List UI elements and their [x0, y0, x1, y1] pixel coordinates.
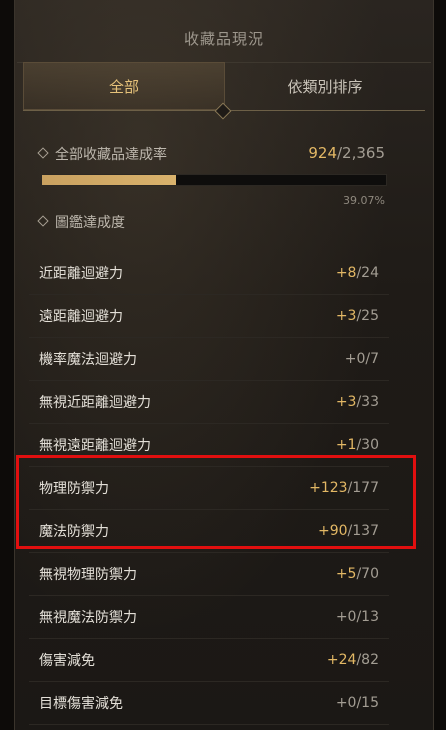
stat-max: /30 — [356, 437, 379, 453]
stat-value: +24/82 — [327, 652, 379, 668]
stat-max: /137 — [347, 523, 379, 539]
stat-current: +5 — [335, 566, 357, 582]
stat-name: 無視魔法防禦力 — [39, 610, 137, 626]
stat-value: +3/33 — [336, 394, 379, 410]
stat-value: +5/70 — [336, 566, 379, 582]
stat-row[interactable]: 無視近距離迴避力 +3/33 — [29, 381, 389, 424]
tab-sort-by-category[interactable]: 依類別排序 — [225, 62, 425, 110]
stat-current: +24 — [326, 652, 357, 668]
stat-max: /15 — [356, 695, 379, 711]
overall-percent: 39.07% — [343, 194, 385, 207]
stat-max: /25 — [356, 308, 379, 324]
stat-row[interactable]: 近距離迴避力 +8/24 — [29, 252, 389, 295]
codex-completion-label: 圖鑑達成度 — [37, 212, 125, 232]
codex-completion-text: 圖鑑達成度 — [55, 215, 125, 231]
tab-all[interactable]: 全部 — [23, 62, 225, 110]
diamond-bullet-icon — [37, 215, 49, 227]
stat-name: 機率魔法迴避力 — [39, 352, 137, 368]
stat-value: +0/13 — [336, 609, 379, 625]
stat-current: +90 — [318, 523, 348, 539]
stat-value: +0/15 — [336, 695, 379, 711]
stat-name: 近距離迴避力 — [39, 266, 123, 282]
stat-row[interactable]: 物理防禦力 +123/177 — [29, 467, 389, 510]
stat-value: +8/24 — [336, 265, 379, 281]
stat-name: 魔法防禦力 — [39, 524, 109, 540]
stat-row[interactable]: 無視物理防禦力 +5/70 — [29, 553, 389, 596]
stat-current: +0 — [335, 695, 357, 711]
panel-title: 收藏品現況 — [183, 30, 264, 48]
stat-name: 目標傷害減免 — [39, 696, 123, 712]
stat-row[interactable]: 無視魔法防禦力 +0/13 — [29, 596, 389, 639]
stat-value: +0/7 — [345, 351, 379, 367]
stat-current: +1 — [335, 437, 357, 453]
stat-list: 近距離迴避力 +8/24 遠距離迴避力 +3/25 機率魔法迴避力 +0/7 無視近距… — [29, 252, 389, 725]
stat-current: +0 — [335, 609, 357, 625]
stat-max: /33 — [356, 394, 379, 410]
overall-progress-bar — [41, 174, 387, 186]
stat-current: +3 — [335, 308, 357, 324]
diamond-bullet-icon — [37, 147, 49, 159]
stat-value: +1/30 — [336, 437, 379, 453]
overall-total: /2,365 — [337, 144, 385, 162]
overall-completion-label: 全部收藏品達成率 — [37, 144, 167, 164]
stat-row[interactable]: 機率魔法迴避力 +0/7 — [29, 338, 389, 381]
stat-current: +8 — [335, 265, 357, 281]
stat-name: 遠距離迴避力 — [39, 309, 123, 325]
stat-current: +123 — [309, 480, 348, 496]
stat-row[interactable]: 魔法防禦力 +90/137 — [29, 510, 389, 553]
overall-count: 924/2,365 — [308, 144, 385, 162]
stat-name: 無視物理防禦力 — [39, 567, 137, 583]
stat-max: /13 — [356, 609, 379, 625]
stat-name: 無視遠距離迴避力 — [39, 438, 151, 454]
stat-max: /70 — [356, 566, 379, 582]
stat-max: /24 — [356, 265, 379, 281]
overall-completion-text: 全部收藏品達成率 — [55, 147, 167, 163]
stat-row[interactable]: 目標傷害減免 +0/15 — [29, 682, 389, 725]
stat-row[interactable]: 遠距離迴避力 +3/25 — [29, 295, 389, 338]
stat-max: /7 — [365, 351, 379, 367]
stat-max: /177 — [347, 480, 379, 496]
stat-name: 無視近距離迴避力 — [39, 395, 151, 411]
stat-name: 物理防禦力 — [39, 481, 109, 497]
overall-progress-fill — [42, 175, 177, 185]
overall-current: 924 — [308, 144, 337, 162]
stat-current: +3 — [335, 394, 357, 410]
stat-name: 傷害減免 — [39, 653, 95, 669]
stat-max: /82 — [356, 652, 379, 668]
stat-row[interactable]: 無視遠距離迴避力 +1/30 — [29, 424, 389, 467]
collection-status-panel: 收藏品現況 全部 依類別排序 全部收藏品達成率 924/2,365 39.07%… — [14, 0, 434, 730]
stat-value: +90/137 — [318, 523, 379, 539]
stat-value: +123/177 — [309, 480, 379, 496]
stat-row[interactable]: 傷害減免 +24/82 — [29, 639, 389, 682]
stat-value: +3/25 — [336, 308, 379, 324]
stat-current: +0 — [344, 351, 366, 367]
